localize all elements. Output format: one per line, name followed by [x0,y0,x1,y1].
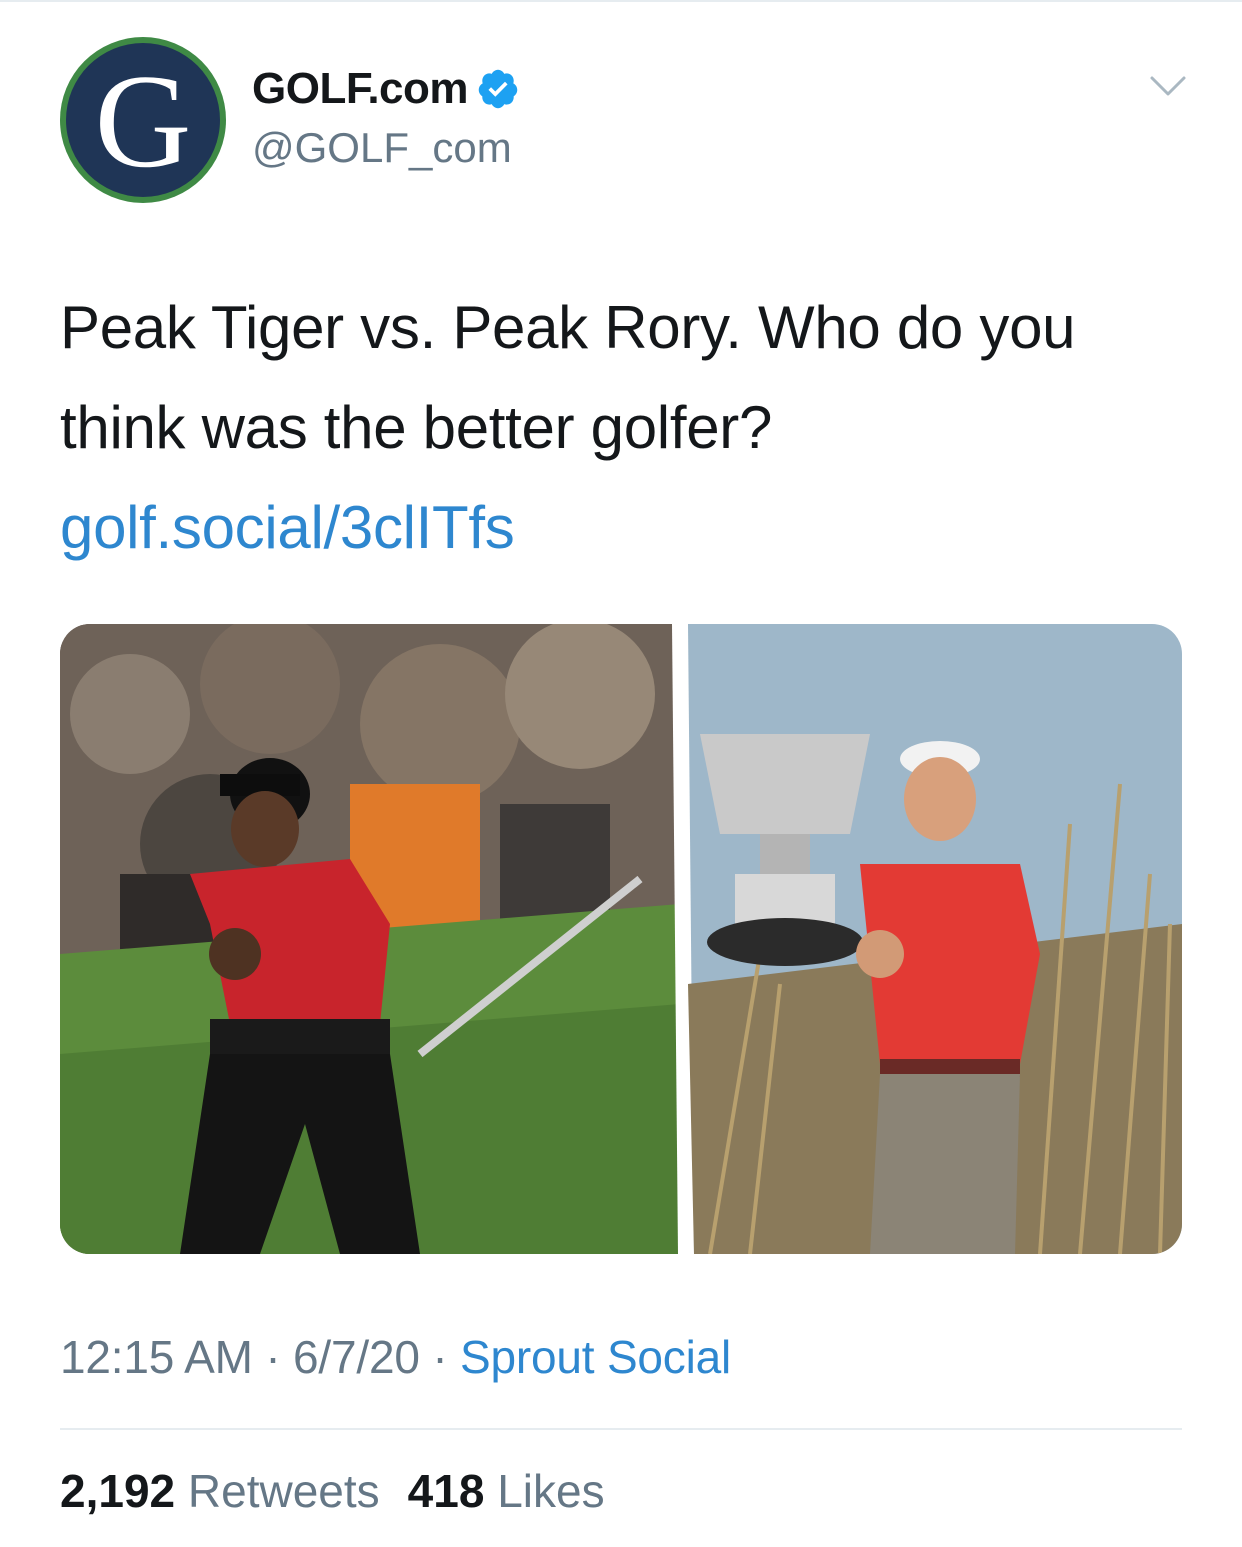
avatar-letter: G [94,47,192,195]
tweet-body: Peak Tiger vs. Peak Rory. Who do you thi… [60,294,1076,461]
top-divider [0,0,1242,2]
tweet-time: 12:15 AM [60,1331,253,1383]
tweet-date[interactable]: 6/7/20 [293,1331,420,1383]
avatar-logo: G [66,43,220,197]
avatar[interactable]: G [60,37,226,203]
display-name[interactable]: GOLF.com [252,64,520,114]
tweet-media[interactable] [60,624,1182,1254]
likes-count: 418 [407,1465,485,1517]
photo-right [688,624,1182,1254]
tweet-text: Peak Tiger vs. Peak Rory. Who do you thi… [60,278,1190,578]
retweets-count: 2,192 [60,1465,176,1517]
display-name-text: GOLF.com [252,64,469,113]
engagement-stats: 2,192 Retweets 418 Likes [60,1464,605,1518]
tweet-meta: 12:15 AM · 6/7/20 · Sprout Social [60,1330,731,1384]
meta-separator: · [419,1331,461,1383]
handle[interactable]: @GOLF_com [252,124,512,172]
meta-separator: · [252,1331,294,1383]
retweets-label: Retweets [187,1465,380,1517]
tweet-link[interactable]: golf.social/3clITfs [60,494,515,561]
likes-stat[interactable]: 418 Likes [408,1465,605,1517]
chevron-down-icon[interactable] [1148,72,1188,100]
media-photo-collage [60,624,1182,1254]
photo-left [60,624,680,1254]
verified-badge-icon [478,69,518,109]
likes-label: Likes [497,1465,605,1517]
source-app-link[interactable]: Sprout Social [460,1331,731,1383]
stats-divider [60,1428,1182,1430]
retweets-stat[interactable]: 2,192 Retweets [60,1465,380,1517]
